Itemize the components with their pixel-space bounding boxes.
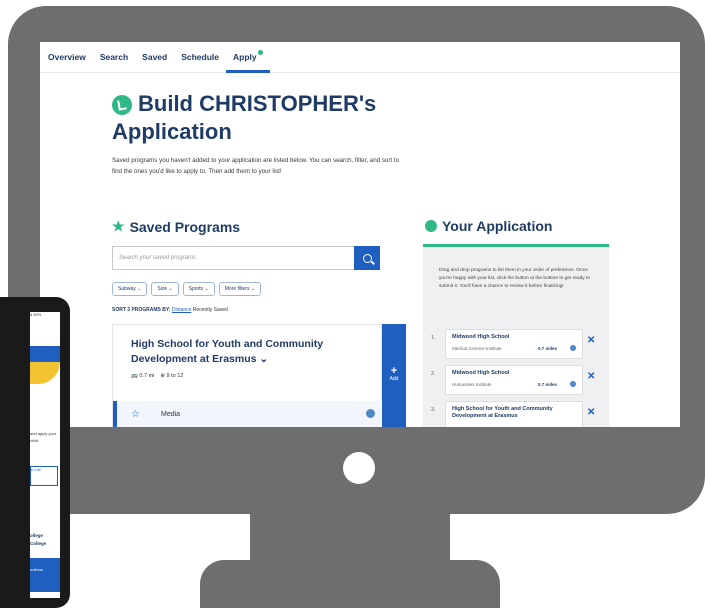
sort-bar: SORT 3 PROGRAMS BY: Distance Recently Sa… (112, 307, 228, 313)
nav-tab-saved[interactable]: Saved (142, 52, 167, 62)
search-icon (362, 253, 372, 263)
top-nav: Overview Search Saved Schedule Apply (40, 42, 680, 73)
filter-more[interactable]: More filters ⌄ (218, 282, 262, 296)
remove-icon[interactable]: ✕ (587, 407, 595, 418)
application-item-card[interactable]: Midwood High School Humanities Institute… (445, 365, 583, 395)
nav-tab-schedule[interactable]: Schedule (181, 52, 219, 62)
info-icon[interactable] (570, 381, 576, 387)
filter-size[interactable]: Size ⌄ (151, 282, 179, 296)
phone-status-bar: 8 83% (30, 312, 42, 317)
application-instructions: Drag and drop programs to list them in y… (439, 268, 591, 289)
star-icon: ★ (112, 218, 125, 234)
application-item-card[interactable]: Midwood High School Medical Science Inst… (445, 329, 583, 359)
phone-college-text: ollege College (30, 533, 47, 546)
nav-tab-apply[interactable]: Apply (233, 50, 263, 62)
info-icon[interactable] (366, 409, 375, 418)
filter-subway[interactable]: Subway ⌄ (112, 282, 148, 296)
phone-list-button[interactable]: e List (30, 466, 58, 486)
application-item[interactable]: 2. Midwood High School Humanities Instit… (431, 365, 605, 395)
application-item-card[interactable]: High School for Youth and Community Deve… (445, 401, 583, 427)
power-button (343, 452, 375, 484)
phone-text: and apply your child (30, 431, 57, 443)
page-title: Build CHRISTOPHER's Application (112, 91, 377, 144)
sort-recent-link[interactable]: Recently Saved (193, 307, 228, 313)
star-icon[interactable]: ☆ (131, 409, 140, 420)
phone-continue-button[interactable]: ontinue (30, 558, 60, 592)
program-card: High School for Youth and Community Deve… (112, 324, 385, 427)
distance-value: 🚌 0.7 mi (131, 373, 155, 379)
program-card-title[interactable]: High School for Youth and Community Deve… (131, 337, 341, 367)
monitor-screen: Overview Search Saved Schedule Apply Bui… (40, 42, 680, 427)
your-application-heading: Your Application (425, 218, 552, 234)
application-panel: Drag and drop programs to list them in y… (423, 244, 609, 427)
filter-sports[interactable]: Sports ⌄ (182, 282, 215, 296)
add-button[interactable]: + Add (382, 324, 406, 427)
remove-icon[interactable]: ✕ (587, 371, 595, 382)
sort-distance-link[interactable]: Distance (172, 307, 191, 313)
application-item[interactable]: 1. Midwood High School Medical Science I… (431, 329, 605, 359)
intro-text: Saved programs you haven't added to your… (112, 157, 400, 175)
nav-tab-search[interactable]: Search (100, 52, 128, 62)
monitor-base (200, 560, 500, 608)
saved-programs-heading: ★ Saved Programs (112, 218, 241, 235)
search-input[interactable]: Search your saved programs (112, 246, 380, 270)
check-icon (112, 95, 132, 116)
program-name: Media (161, 411, 181, 418)
plus-icon: + (390, 365, 398, 377)
nav-tab-overview[interactable]: Overview (48, 52, 86, 62)
phone-header (30, 346, 60, 362)
program-card-meta: 🚌 0.7 mi ⊕ 9 to 12 (131, 373, 183, 379)
application-icon (425, 220, 437, 232)
search-button[interactable] (354, 246, 380, 270)
grades-value: ⊕ 9 to 12 (160, 373, 184, 379)
phone-screen: 8 83% and apply your child e List ollege… (30, 312, 60, 598)
filter-bar: Subway ⌄ Size ⌄ Sports ⌄ More filters ⌄ (112, 282, 262, 296)
active-tab-underline (226, 70, 270, 73)
sort-label: SORT 3 PROGRAMS BY: (112, 307, 171, 313)
application-item[interactable]: 3. High School for Youth and Community D… (431, 401, 605, 427)
remove-icon[interactable]: ✕ (587, 335, 595, 346)
phone-banner (30, 362, 60, 384)
program-row[interactable]: ☆ Media (113, 401, 385, 427)
info-icon[interactable] (570, 345, 576, 351)
